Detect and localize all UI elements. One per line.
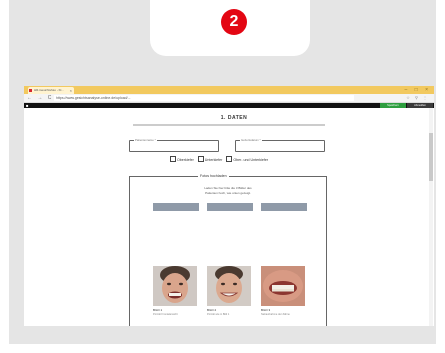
browser-screenshot: HR-Gesichtsfoto - Kl... × – □ × ← → C ⌂ … — [24, 86, 434, 326]
browser-tab-title: HR-Gesichtsfoto - Kl... — [34, 88, 64, 92]
example-photo-1 — [153, 266, 197, 306]
browser-toolbar-icons[interactable]: ☆ ⚲ ⋮ — [406, 95, 429, 101]
checkbox-lower-jaw[interactable]: Unterkiefer — [197, 156, 223, 162]
url-input[interactable]: https://www.gesichtsanalyse-online.de/up… — [54, 95, 354, 101]
photo-1-caption: BILD 1 — [153, 308, 163, 312]
window-controls[interactable]: – □ × — [405, 86, 432, 94]
app-header-bar: ■ Speichern Abmelden — [24, 103, 434, 108]
browser-tab[interactable]: HR-Gesichtsfoto - Kl... × — [28, 87, 74, 94]
photo-1-description: Porträt Frontalansicht — [153, 313, 178, 316]
browser-titlebar: HR-Gesichtsfoto - Kl... × – □ × — [24, 86, 434, 94]
upload-instruction-line2: Patienten hoch, wie unten gezeigt. — [205, 191, 251, 195]
upload-instruction-line1: Laden Sie hier bitte die 3 Bilder des — [204, 186, 252, 190]
checkbox-upper-jaw[interactable]: Oberkiefer — [170, 156, 194, 162]
favicon-icon — [29, 89, 32, 92]
patient-name-input[interactable]: Patientenname * — [129, 138, 219, 152]
photo-2-caption: BILD 2 — [207, 308, 217, 312]
teeth-closeup-photo-icon — [261, 266, 305, 306]
checkbox-lower-jaw-label: Unterkiefer — [204, 158, 223, 162]
upload-button-2[interactable] — [207, 203, 253, 211]
save-button[interactable]: Speichern — [380, 103, 406, 108]
patient-name-label: Patientenname * — [134, 138, 157, 142]
checkbox-both-jaws-label: Ober- und Unterkiefer — [233, 158, 269, 162]
page-scrollbar[interactable] — [429, 108, 433, 326]
photo-upload-title: Fotos hochladen — [198, 174, 229, 178]
example-photo-2 — [207, 266, 251, 306]
section-divider — [133, 124, 325, 126]
smiling-face-photo-icon — [153, 266, 197, 306]
upload-button-3[interactable] — [261, 203, 307, 211]
photo-upload-panel: Fotos hochladen Laden Sie hier bitte die… — [129, 174, 327, 326]
scrollbar-thumb[interactable] — [429, 133, 433, 181]
birthdate-input[interactable]: Geburtsdatum * — [235, 138, 325, 152]
photo-3-caption: BILD 3 — [261, 308, 271, 312]
section-title: 1. DATEN — [220, 115, 248, 121]
smiling-face-photo-icon — [207, 266, 251, 306]
step-number-badge: 2 — [221, 9, 247, 35]
checkbox-icon — [170, 156, 176, 162]
photo-2-description: Porträt wie in Bild 1 — [207, 313, 230, 316]
birthdate-label: Geburtsdatum * — [240, 138, 262, 142]
upload-button-1[interactable] — [153, 203, 199, 211]
app-logo-icon: ■ — [26, 103, 29, 108]
jaw-checkbox-group: Oberkiefer Unterkiefer Ober- und Unterki… — [170, 156, 271, 162]
photo-3-description: Nahaufnahme der Zähne — [261, 313, 290, 316]
checkbox-both-jaws[interactable]: Ober- und Unterkiefer — [226, 156, 268, 162]
example-photo-3 — [261, 266, 305, 306]
browser-address-bar: ← → C ⌂ https://www.gesichtsanalyse-onli… — [24, 94, 434, 103]
checkbox-icon — [197, 156, 204, 162]
checkbox-upper-jaw-label: Oberkiefer — [177, 158, 194, 162]
checkbox-icon — [226, 156, 233, 162]
close-tab-icon[interactable]: × — [70, 87, 72, 94]
